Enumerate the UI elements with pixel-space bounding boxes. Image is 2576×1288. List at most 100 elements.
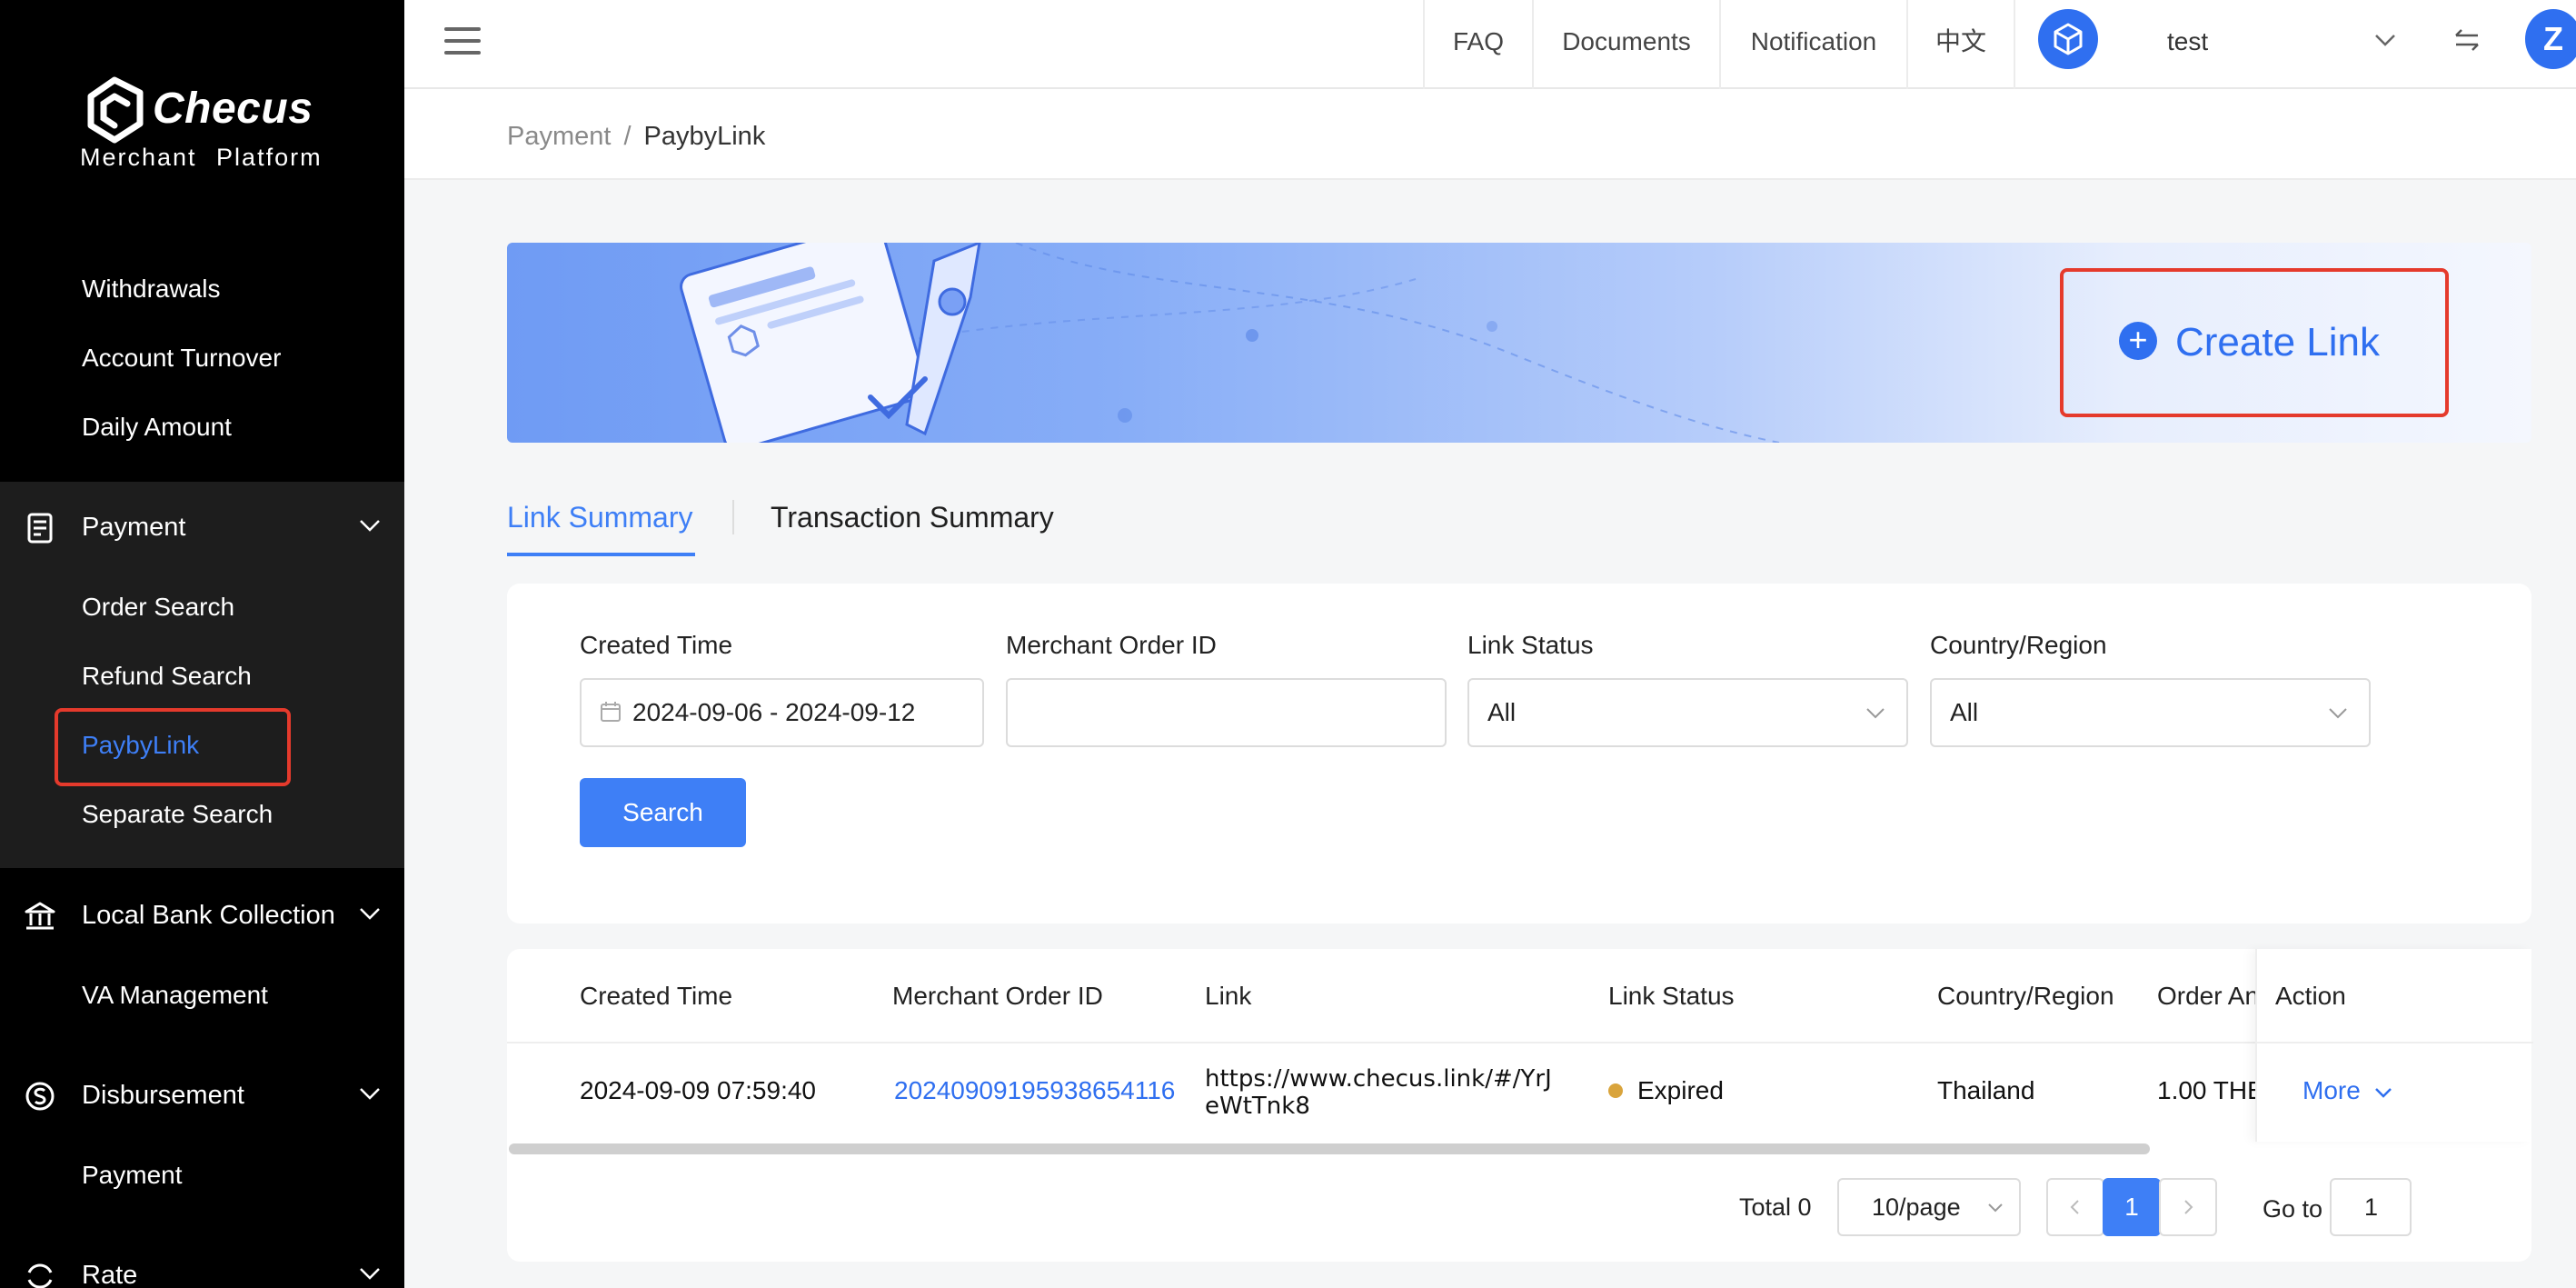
chevron-down-icon[interactable]	[2372, 27, 2398, 53]
header-divider	[507, 1042, 2531, 1043]
cell-link-status: Expired	[1608, 1076, 1724, 1105]
sidebar-group-label: Payment	[82, 513, 186, 542]
column-header-link-status: Link Status	[1608, 982, 1735, 1010]
plus-circle-icon: +	[2119, 322, 2157, 361]
nav-language[interactable]: 中文	[1906, 0, 2015, 89]
sidebar-item-paybylink[interactable]: PaybyLink	[82, 725, 199, 765]
action-column: Action More	[2255, 949, 2533, 1142]
next-page-button[interactable]	[2159, 1178, 2217, 1236]
sidebar-group-local-bank-collection[interactable]: Local Bank Collection	[0, 884, 404, 947]
prev-page-button[interactable]	[2046, 1178, 2104, 1236]
column-header-link: Link	[1205, 982, 1252, 1010]
chevron-down-icon	[2329, 708, 2347, 719]
sidebar-group-payment[interactable]: Payment	[0, 495, 404, 559]
create-link-button[interactable]: + Create Link	[2119, 314, 2380, 372]
chevron-down-icon	[360, 1268, 380, 1280]
chevron-down-icon	[360, 908, 380, 920]
column-header-merchant-order-id: Merchant Order ID	[892, 982, 1103, 1010]
search-button[interactable]: Search	[580, 778, 746, 847]
swap-icon[interactable]	[2449, 22, 2485, 58]
sidebar-item-disbursement-payment[interactable]: Payment	[82, 1155, 183, 1195]
sidebar-item-separate-search[interactable]: Separate Search	[82, 794, 273, 834]
filter-label-link-status: Link Status	[1467, 631, 1594, 659]
cell-country-region: Thailand	[1937, 1076, 2035, 1104]
pagination-total: Total 0	[1739, 1193, 1812, 1221]
link-line-2: eWtTnk8	[1205, 1093, 1310, 1120]
tab-transaction-summary[interactable]: Transaction Summary	[771, 495, 1054, 539]
more-actions-button[interactable]: More	[2302, 1076, 2393, 1105]
breadcrumb: Payment / PaybyLink	[507, 89, 765, 184]
status-text: Expired	[1637, 1076, 1724, 1104]
sidebar-item-order-search[interactable]: Order Search	[82, 587, 234, 627]
chevron-down-icon	[2374, 1087, 2392, 1098]
goto-label: Go to	[2263, 1195, 2323, 1223]
refresh-icon	[27, 1263, 53, 1288]
country-region-value: All	[1950, 698, 1979, 726]
breadcrumb-current: PaybyLink	[643, 122, 766, 151]
country-region-select[interactable]: All	[1930, 678, 2371, 747]
created-time-range-picker[interactable]: 2024-09-06 - 2024-09-12	[580, 678, 984, 747]
merchant-order-id-input[interactable]	[1006, 678, 1447, 747]
column-header-created-time: Created Time	[580, 982, 733, 1010]
page-number-button[interactable]: 1	[2103, 1178, 2161, 1236]
action-header-divider	[2257, 1042, 2533, 1043]
sidebar-group-rate[interactable]: Rate	[0, 1243, 404, 1288]
create-link-label: Create Link	[2175, 320, 2381, 364]
sidebar-group-disbursement[interactable]: Disbursement	[0, 1063, 404, 1127]
cell-link[interactable]: https://www.checus.link/#/YrJ eWtTnk8	[1205, 1065, 1596, 1120]
sidebar-item-daily-amount[interactable]: Daily Amount	[82, 407, 232, 447]
nav-documents[interactable]: Documents	[1532, 0, 1719, 89]
filter-label-created-time: Created Time	[580, 631, 733, 659]
calendar-icon	[601, 701, 621, 722]
page-size-value: 10/page	[1872, 1193, 1961, 1221]
horizontal-scrollbar[interactable]	[509, 1143, 2150, 1154]
sidebar-item-withdrawals[interactable]: Withdrawals	[82, 269, 220, 309]
nav-notification[interactable]: Notification	[1719, 0, 1906, 89]
link-status-value: All	[1487, 698, 1517, 726]
created-time-value: 2024-09-06 - 2024-09-12	[632, 698, 916, 726]
page-size-select[interactable]: 10/page	[1837, 1178, 2021, 1236]
sidebar-group-label: Disbursement	[82, 1081, 244, 1110]
sidebar-item-account-turnover[interactable]: Account Turnover	[82, 338, 281, 378]
breadcrumb-separator: /	[623, 122, 632, 151]
brand-logo: Checus Merchant Platform	[80, 73, 353, 173]
menu-toggle-icon[interactable]	[444, 27, 481, 60]
sidebar-item-refund-search[interactable]: Refund Search	[82, 656, 252, 696]
chevron-down-icon	[1988, 1203, 2003, 1213]
link-line-1: https://www.checus.link/#/YrJ	[1205, 1065, 1552, 1093]
sidebar: Checus Merchant Platform Withdrawals Acc…	[0, 0, 404, 1288]
brand-name: Checus	[153, 85, 313, 133]
disbursement-icon	[25, 1082, 55, 1111]
chevron-left-icon	[2070, 1200, 2079, 1214]
top-bar: FAQ Documents Notification 中文 test Z	[404, 0, 2576, 89]
chevron-down-icon	[360, 1088, 380, 1100]
link-status-select[interactable]: All	[1467, 678, 1908, 747]
avatar[interactable]	[2038, 9, 2098, 69]
column-header-country-region: Country/Region	[1937, 982, 2114, 1010]
cell-created-time: 2024-09-09 07:59:40	[580, 1076, 816, 1104]
cell-merchant-order-id[interactable]: 20240909195938654116	[894, 1076, 1190, 1105]
tab-active-indicator	[507, 553, 695, 556]
brand-subtitle: Merchant Platform	[80, 144, 323, 171]
nav-faq[interactable]: FAQ	[1423, 0, 1532, 89]
chevron-down-icon	[1866, 708, 1885, 719]
bank-icon	[25, 902, 55, 930]
goto-page-input[interactable]: 1	[2330, 1178, 2412, 1236]
sidebar-item-va-management[interactable]: VA Management	[82, 975, 268, 1015]
filter-label-country-region: Country/Region	[1930, 631, 2107, 659]
cube-icon	[2054, 23, 2083, 55]
column-header-order-amount: Order An	[2157, 982, 2260, 1010]
column-header-action: Action	[2275, 982, 2346, 1010]
username[interactable]: test	[2167, 0, 2208, 84]
tab-divider	[732, 500, 734, 534]
checus-logo-icon	[87, 76, 144, 144]
breadcrumb-bar: Payment / PaybyLink	[404, 89, 2576, 180]
tab-link-summary[interactable]: Link Summary	[507, 495, 693, 539]
sidebar-group-label: Rate	[82, 1261, 138, 1288]
chevron-right-icon	[2184, 1200, 2193, 1214]
breadcrumb-parent[interactable]: Payment	[507, 122, 611, 151]
sidebar-group-label: Local Bank Collection	[82, 901, 335, 930]
user-avatar-badge[interactable]: Z	[2525, 9, 2576, 69]
filter-label-merchant-order-id: Merchant Order ID	[1006, 631, 1217, 659]
cell-order-amount: 1.00 THE	[2157, 1076, 2255, 1104]
